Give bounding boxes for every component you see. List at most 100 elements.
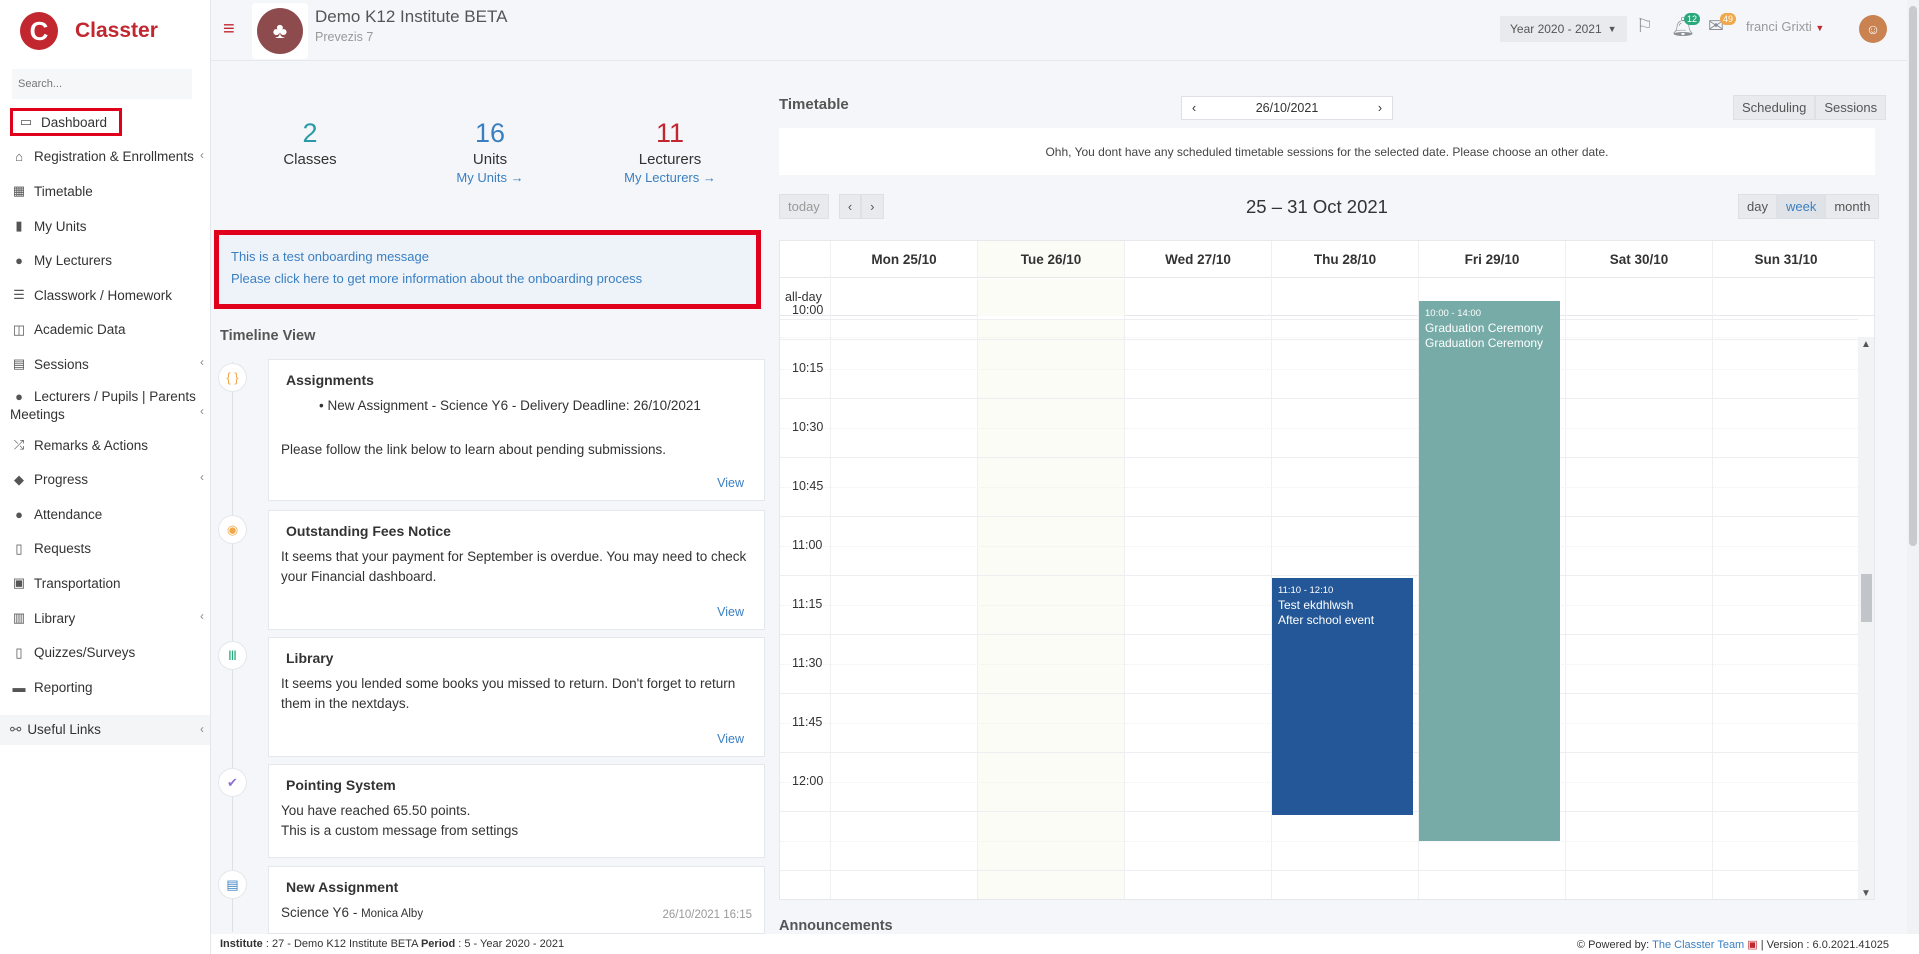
app-name: Classter bbox=[75, 19, 158, 42]
link-icon: ⚯ bbox=[10, 721, 22, 737]
my-units-link[interactable]: My Units → bbox=[400, 170, 580, 185]
today-button[interactable]: today bbox=[779, 194, 829, 219]
prev-date-icon[interactable]: ‹ bbox=[1192, 101, 1196, 115]
sidebar-item-label: Classwork / Homework bbox=[34, 287, 173, 303]
sidebar-item-meetings[interactable]: ● Lecturers / Pupils | Parents Meetings ‹ bbox=[0, 382, 210, 428]
sidebar-item-quizzes[interactable]: ▯ Quizzes/Surveys bbox=[0, 635, 210, 670]
onboarding-link[interactable]: Please click here to get more informatio… bbox=[231, 268, 744, 290]
user-menu[interactable]: franci Grixti ▼ bbox=[1746, 19, 1824, 34]
sidebar-item-academic-data[interactable]: ◫ Academic Data bbox=[0, 313, 210, 348]
event-time: 10:00 - 14:00 bbox=[1425, 308, 1481, 319]
timeline-card-library: Library It seems you lended some books y… bbox=[268, 637, 765, 757]
sidebar-item-dashboard[interactable]: ▭ Dashboard bbox=[0, 105, 210, 140]
gift-icon: ▣ bbox=[1747, 938, 1758, 951]
sidebar-item-registration[interactable]: ⌂ Registration & Enrollments ‹ bbox=[0, 140, 210, 175]
event-title: Graduation Ceremony bbox=[1425, 321, 1544, 335]
sidebar-item-attendance[interactable]: ● Attendance bbox=[0, 497, 210, 532]
laptop-icon: ▭ bbox=[19, 114, 33, 130]
view-month-button[interactable]: month bbox=[1825, 194, 1880, 219]
chevron-left-icon: ‹ bbox=[200, 355, 204, 370]
sidebar-item-remarks[interactable]: ⤮ Remarks & Actions bbox=[0, 428, 210, 463]
day-header: Thu 28/10 bbox=[1271, 241, 1418, 277]
institution-icon: ⌂ bbox=[15, 149, 23, 165]
day-header: Wed 27/10 bbox=[1124, 241, 1271, 277]
stat-classes: 2 Classes bbox=[220, 118, 400, 168]
sidebar-item-transportation[interactable]: ▣ Transportation bbox=[0, 566, 210, 601]
assignment-subject: Science Y6 bbox=[281, 905, 350, 920]
next-week-icon[interactable]: › bbox=[861, 194, 884, 219]
time-grid: 10:00 10:15 10:30 10:45 11:00 11:15 11:3… bbox=[780, 279, 1858, 899]
footer-team-link[interactable]: The Classter Team bbox=[1652, 939, 1744, 951]
calendar-event[interactable]: 11:10 - 12:10 Test ekdhlwsh After school… bbox=[1272, 578, 1413, 815]
prev-week-icon[interactable]: ‹ bbox=[838, 194, 862, 219]
sidebar-item-label: Useful Links bbox=[27, 722, 101, 737]
year-select[interactable]: Year 2020 - 2021 ▼ bbox=[1500, 16, 1627, 42]
sidebar-item-label: Academic Data bbox=[34, 322, 126, 338]
stat-number: 16 bbox=[474, 118, 506, 148]
sidebar-search-input[interactable] bbox=[12, 69, 192, 99]
page-scrollbar-thumb[interactable] bbox=[1909, 6, 1917, 546]
date-value[interactable]: 26/10/2021 bbox=[1256, 101, 1319, 115]
time-slot bbox=[780, 841, 1858, 842]
sidebar-item-timetable[interactable]: ▦ Timetable bbox=[0, 174, 210, 209]
sidebar-item-label: Quizzes/Surveys bbox=[34, 645, 136, 661]
sidebar-item-useful-links[interactable]: ⚯ Useful Links ‹ bbox=[0, 714, 210, 745]
sidebar-item-requests[interactable]: ▯ Requests bbox=[0, 532, 210, 567]
sidebar-item-my-units[interactable]: ▮ My Units bbox=[0, 209, 210, 244]
calendar-icon: ▦ bbox=[12, 183, 26, 199]
sidebar-item-label: Progress bbox=[34, 472, 89, 488]
shuffle-icon: ⤮ bbox=[13, 437, 25, 453]
time-label: 10:15 bbox=[792, 361, 824, 375]
graduation-cap-icon: ◆ bbox=[14, 471, 24, 487]
next-date-icon[interactable]: › bbox=[1378, 101, 1382, 115]
braces-icon: { } bbox=[218, 363, 247, 392]
bus-icon: ▣ bbox=[12, 575, 26, 591]
calendar-scrollbar[interactable]: ▲ ▼ bbox=[1858, 337, 1874, 899]
footer-left: Institute : 27 - Demo K12 Institute BETA… bbox=[220, 938, 564, 950]
scroll-up-icon[interactable]: ▲ bbox=[1861, 339, 1871, 350]
view-week-button[interactable]: week bbox=[1776, 194, 1826, 219]
sidebar-item-my-lecturers[interactable]: ● My Lecturers bbox=[0, 243, 210, 278]
day-header: Sun 31/10 bbox=[1712, 241, 1859, 277]
check-badge-icon: ✔ bbox=[218, 768, 247, 797]
app-logo[interactable]: C Classter bbox=[0, 0, 210, 62]
user-avatar[interactable]: ☺ bbox=[1859, 15, 1887, 43]
calendar-view-buttons: day week month bbox=[1738, 194, 1880, 219]
sidebar-item-reporting[interactable]: ▬ Reporting bbox=[0, 670, 210, 705]
sidebar-item-classwork[interactable]: ☰ Classwork / Homework bbox=[0, 278, 210, 313]
sessions-button[interactable]: Sessions bbox=[1815, 95, 1887, 120]
time-slot bbox=[780, 487, 1858, 488]
time-slot bbox=[780, 319, 1858, 320]
meeting-icon: ● bbox=[15, 388, 23, 404]
page-scrollbar[interactable] bbox=[1907, 0, 1919, 934]
sidebar-item-library[interactable]: ▥ Library ‹ bbox=[0, 601, 210, 636]
view-link[interactable]: View bbox=[717, 605, 744, 619]
onboarding-message[interactable]: This is a test onboarding message Please… bbox=[214, 230, 761, 309]
view-day-button[interactable]: day bbox=[1738, 194, 1777, 219]
card-bullet: • New Assignment - Science Y6 - Delivery… bbox=[319, 398, 701, 413]
card-title: Pointing System bbox=[286, 777, 396, 793]
stat-lecturers: 11 Lecturers My Lecturers → bbox=[580, 118, 760, 185]
allday-row: all-day bbox=[780, 279, 1874, 316]
time-slot bbox=[780, 428, 1858, 429]
notification-badge: 12 bbox=[1684, 13, 1701, 25]
sidebar-item-label: Requests bbox=[34, 541, 92, 557]
menu-toggle-icon[interactable]: ≡ bbox=[223, 18, 235, 41]
sidebar-item-sessions[interactable]: ▤ Sessions ‹ bbox=[0, 347, 210, 382]
footer: Institute : 27 - Demo K12 Institute BETA… bbox=[211, 934, 1919, 954]
calendar-event[interactable]: 10:00 - 14:00 Graduation Ceremony Gradua… bbox=[1419, 301, 1560, 841]
view-link[interactable]: View bbox=[717, 732, 744, 746]
flag-icon[interactable]: ⚐ bbox=[1636, 15, 1653, 38]
my-lecturers-link[interactable]: My Lecturers → bbox=[580, 170, 760, 185]
onboarding-line-1: This is a test onboarding message bbox=[231, 249, 429, 264]
scrollbar-thumb[interactable] bbox=[1861, 574, 1872, 622]
sidebar-item-progress[interactable]: ◆ Progress ‹ bbox=[0, 462, 210, 497]
time-label: 12:00 bbox=[792, 774, 824, 788]
chevron-left-icon: ‹ bbox=[200, 403, 204, 418]
sidebar-item-label: Registration & Enrollments bbox=[34, 149, 194, 165]
view-link[interactable]: View bbox=[717, 476, 744, 490]
scroll-down-icon[interactable]: ▼ bbox=[1861, 888, 1871, 899]
time-slot bbox=[780, 457, 1858, 458]
sidebar-item-label: Sessions bbox=[34, 356, 89, 372]
scheduling-button[interactable]: Scheduling bbox=[1733, 95, 1816, 120]
